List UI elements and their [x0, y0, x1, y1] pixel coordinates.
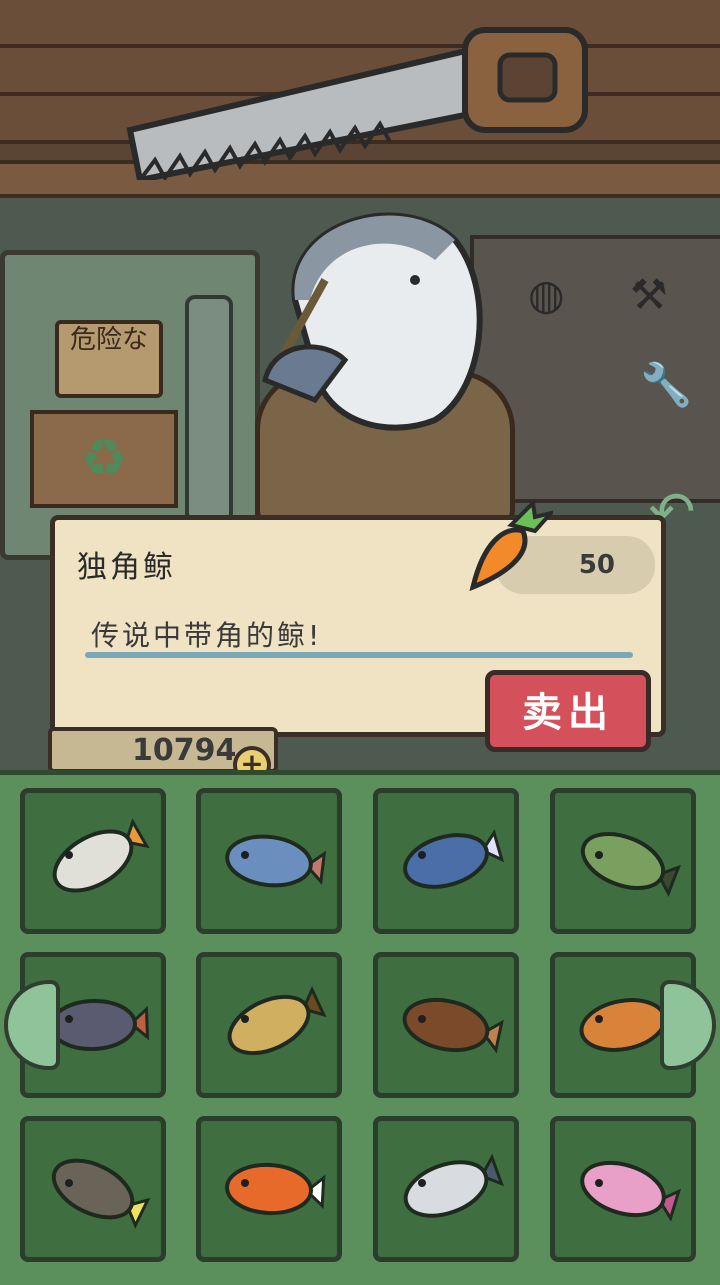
perch-icon	[580, 832, 681, 898]
sell-button[interactable]: 卖出	[485, 670, 651, 752]
saw-icon	[126, 27, 588, 180]
inventory-slot-perch[interactable]	[550, 788, 696, 934]
clownfish-icon	[225, 1162, 326, 1216]
item-name: 独角鲸	[77, 550, 176, 585]
axolotl-icon	[580, 1160, 681, 1222]
narwhal-icon	[403, 1153, 504, 1218]
danger-sign: 危险な	[55, 320, 163, 398]
inventory-slot-axolotl[interactable]	[550, 1116, 696, 1262]
angelfish-icon	[52, 818, 150, 893]
carrot-icon	[469, 498, 553, 592]
item-description: 传说中带角的鲸!	[91, 619, 323, 652]
recycle-icon: ♻	[30, 410, 178, 508]
hammer-icon: ⚒	[630, 270, 668, 319]
sea-cucumber-icon	[402, 997, 504, 1054]
goby-icon	[227, 985, 327, 1056]
inventory-slot-sea-cucumber[interactable]	[373, 952, 519, 1098]
wrench-icon: 🔧	[640, 360, 693, 409]
inventory-slot-slim-fish[interactable]	[373, 788, 519, 934]
inventory-slot-clownfish[interactable]	[196, 1116, 342, 1262]
inventory-slot-blue-fish[interactable]	[196, 788, 342, 934]
anglerfish-icon	[51, 1158, 151, 1229]
slim-fish-icon	[403, 829, 504, 889]
gauge-tube	[185, 295, 233, 523]
description-underline	[85, 652, 633, 658]
inventory-slot-angelfish[interactable]	[20, 788, 166, 934]
price-value: 50	[578, 550, 615, 580]
bag-icon: ◍	[528, 270, 565, 319]
blue-fish-icon	[225, 834, 327, 888]
inventory-slot-goby[interactable]	[196, 952, 342, 1098]
narwhal-display	[262, 212, 483, 431]
currency-amount: 10794	[132, 733, 237, 768]
inventory-slot-anglerfish[interactable]	[20, 1116, 166, 1262]
inventory-slot-narwhal[interactable]	[373, 1116, 519, 1262]
item-detail-dialog: 独角鲸 50 传说中带角的鲸! 卖出	[50, 498, 666, 752]
